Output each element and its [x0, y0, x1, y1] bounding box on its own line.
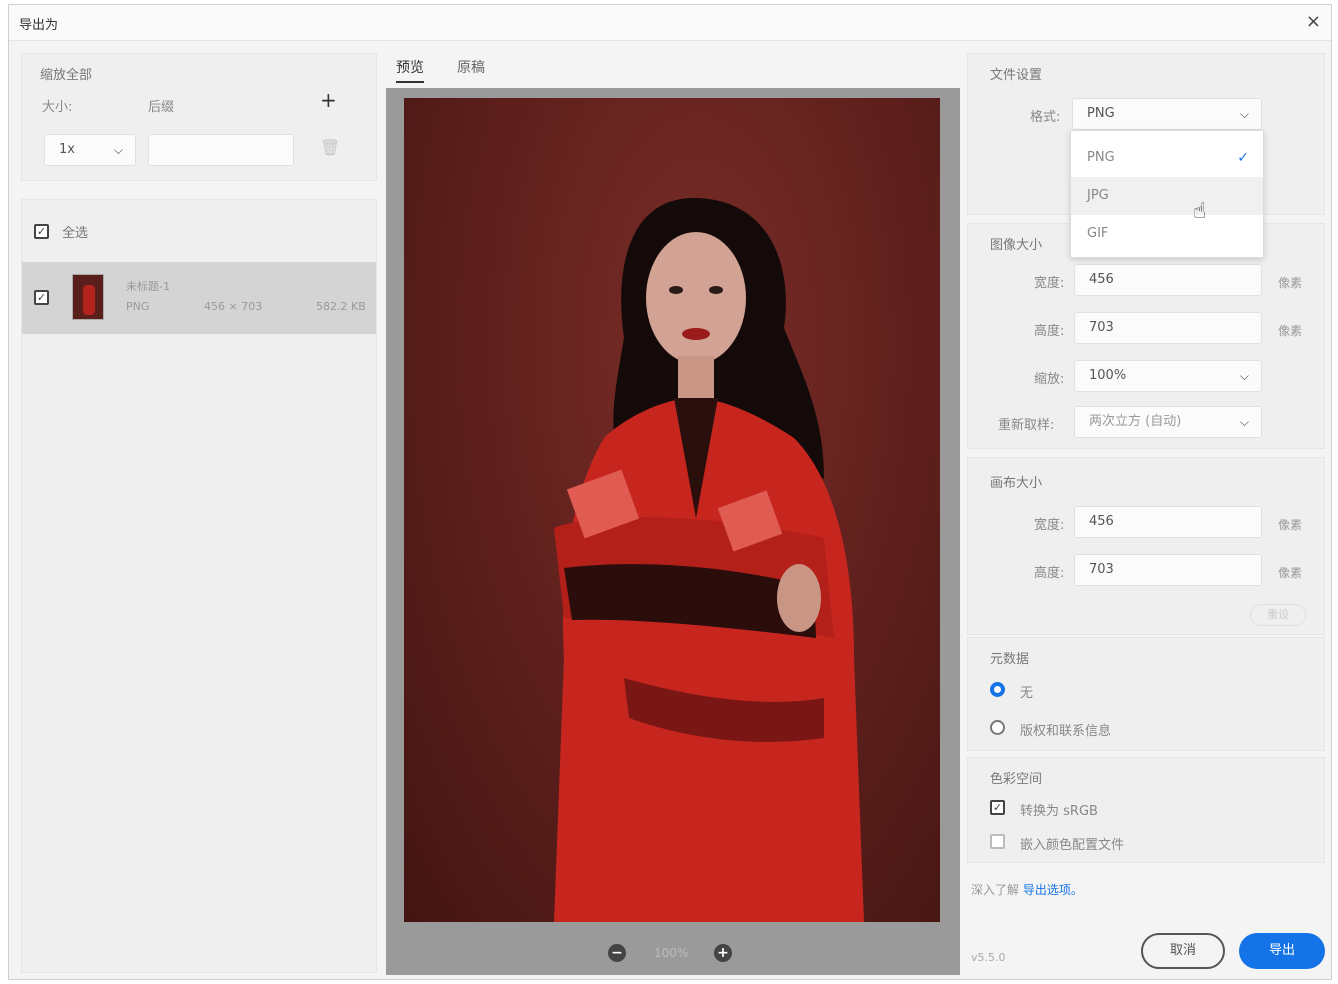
- asset-list-panel: ✓ 全选 ✓ 未标题-1 PNG 456 × 703 582.2 KB: [21, 199, 377, 973]
- title-bar: 导出为 ×: [9, 5, 1331, 41]
- scale-all-panel: 缩放全部 大小: 后缀 + 1x ⌵ 🗑: [21, 53, 377, 181]
- scale-all-title: 缩放全部: [40, 68, 93, 83]
- size-label: 大小:: [42, 100, 73, 115]
- image-height-label: 高度:: [1034, 324, 1065, 339]
- resample-select[interactable]: 两次立方 (自动) ⌵: [1074, 406, 1262, 438]
- select-all-label: 全选: [62, 226, 89, 241]
- color-space-panel: 色彩空间 ✓ 转换为 sRGB 嵌入颜色配置文件: [967, 757, 1325, 863]
- metadata-title: 元数据: [990, 652, 1030, 667]
- format-value: PNG: [1087, 106, 1115, 121]
- canvas-height-unit: 像素: [1278, 566, 1303, 580]
- preview-area: − 100% +: [386, 88, 960, 975]
- image-height-input[interactable]: 703: [1074, 312, 1262, 344]
- chevron-down-icon: ⌵: [1239, 369, 1249, 383]
- export-options-link[interactable]: 导出选项。: [1023, 883, 1083, 897]
- cancel-button[interactable]: 取消: [1141, 933, 1225, 969]
- image-width-unit: 像素: [1278, 276, 1303, 290]
- scale-label: 缩放:: [1034, 372, 1065, 387]
- trash-icon[interactable]: 🗑: [320, 138, 340, 157]
- zoom-level: 100%: [654, 946, 689, 960]
- chevron-down-icon: ⌵: [1239, 415, 1249, 429]
- asset-name: 未标题-1: [126, 280, 170, 293]
- reset-button[interactable]: 重设: [1250, 604, 1306, 626]
- metadata-copyright-label: 版权和联系信息: [1020, 724, 1112, 739]
- file-settings-title: 文件设置: [990, 68, 1043, 83]
- format-select[interactable]: PNG ⌵: [1072, 98, 1262, 130]
- canvas-width-label: 宽度:: [1034, 518, 1065, 533]
- zoom-in-icon[interactable]: +: [714, 944, 732, 962]
- asset-thumbnail: [72, 274, 104, 320]
- image-width-label: 宽度:: [1034, 276, 1065, 291]
- close-icon[interactable]: ×: [1306, 11, 1321, 32]
- add-scale-icon[interactable]: +: [320, 88, 337, 112]
- chevron-down-icon: ⌵: [1239, 107, 1249, 121]
- canvas-width-unit: 像素: [1278, 518, 1303, 532]
- asset-dimensions: 456 × 703: [204, 300, 263, 313]
- embed-profile-checkbox[interactable]: [990, 834, 1005, 849]
- format-option-png[interactable]: PNG ✓: [1071, 139, 1263, 177]
- export-dialog: 导出为 × 缩放全部 大小: 后缀 + 1x ⌵ 🗑 ✓ 全选 ✓ 未标题-1 …: [8, 4, 1332, 980]
- convert-srgb-label: 转换为 sRGB: [1020, 804, 1098, 819]
- zoom-controls: − 100% +: [386, 938, 960, 968]
- metadata-none-radio[interactable]: [990, 682, 1005, 697]
- resample-value: 两次立方 (自动): [1089, 414, 1182, 429]
- select-all-checkbox[interactable]: ✓: [34, 224, 49, 239]
- format-dropdown-list: PNG ✓ JPG GIF ☝: [1070, 130, 1264, 258]
- resample-label: 重新取样:: [998, 418, 1055, 433]
- format-option-jpg[interactable]: JPG: [1071, 177, 1263, 215]
- version-label: v5.5.0: [971, 951, 1006, 964]
- asset-file-size: 582.2 KB: [316, 300, 366, 313]
- canvas-width-input[interactable]: 456: [1074, 506, 1262, 538]
- suffix-label: 后缀: [148, 100, 175, 115]
- convert-srgb-checkbox[interactable]: ✓: [990, 800, 1005, 815]
- metadata-copyright-radio[interactable]: [990, 720, 1005, 735]
- scale-size-value: 1x: [59, 142, 75, 157]
- hand-cursor-icon: ☝: [1193, 199, 1207, 224]
- canvas-size-title: 画布大小: [990, 476, 1043, 491]
- tab-original[interactable]: 原稿: [457, 57, 485, 77]
- suffix-input[interactable]: [148, 134, 294, 166]
- format-label: 格式:: [1030, 110, 1061, 125]
- zoom-out-icon[interactable]: −: [608, 944, 626, 962]
- image-size-title: 图像大小: [990, 238, 1043, 253]
- scale-value: 100%: [1089, 368, 1127, 383]
- metadata-panel: 元数据 无 版权和联系信息: [967, 637, 1325, 751]
- canvas-height-input[interactable]: 703: [1074, 554, 1262, 586]
- canvas-size-panel: 画布大小 宽度: 456 像素 高度: 703 像素 重设: [967, 457, 1325, 635]
- scale-size-select[interactable]: 1x ⌵: [44, 134, 136, 166]
- format-option-gif[interactable]: GIF: [1071, 215, 1263, 253]
- export-button[interactable]: 导出: [1239, 933, 1325, 969]
- chevron-down-icon: ⌵: [113, 143, 123, 157]
- image-width-input[interactable]: 456: [1074, 264, 1262, 296]
- embed-profile-label: 嵌入颜色配置文件: [1020, 838, 1125, 853]
- preview-image: [404, 98, 940, 922]
- asset-checkbox[interactable]: ✓: [34, 290, 49, 305]
- learn-more-text: 深入了解 导出选项。: [971, 883, 1083, 897]
- canvas-height-label: 高度:: [1034, 566, 1065, 581]
- scale-select[interactable]: 100% ⌵: [1074, 360, 1262, 392]
- metadata-none-label: 无: [1020, 686, 1034, 701]
- dialog-title: 导出为: [19, 18, 59, 33]
- image-height-unit: 像素: [1278, 324, 1303, 338]
- asset-row[interactable]: ✓ 未标题-1 PNG 456 × 703 582.2 KB: [22, 262, 376, 334]
- tab-preview[interactable]: 预览: [396, 57, 424, 83]
- asset-format: PNG: [126, 300, 150, 313]
- color-space-title: 色彩空间: [990, 772, 1043, 787]
- checkmark-icon: ✓: [1237, 150, 1249, 166]
- portrait-illustration: [554, 198, 864, 922]
